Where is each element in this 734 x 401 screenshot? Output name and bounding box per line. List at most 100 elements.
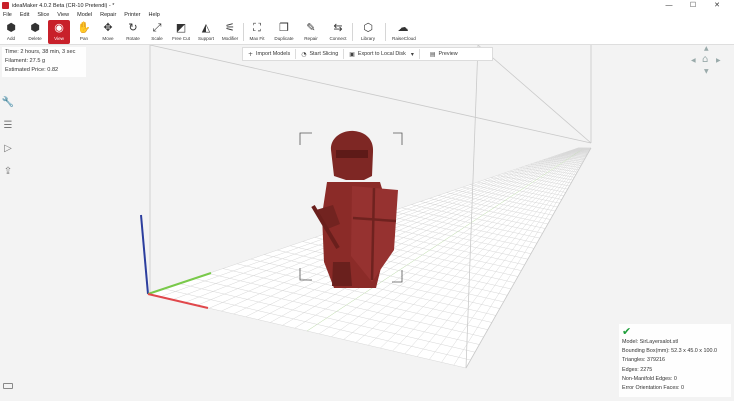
tool-view-button[interactable]: ◉ View [48, 20, 70, 44]
chevron-down-icon[interactable]: ▼ [704, 68, 709, 75]
tool-rotate-button[interactable]: ↻ Rotate [122, 20, 144, 44]
menu-file[interactable]: File [0, 12, 12, 18]
main-toolbar: ⬢ Add ⬢ Delete ◉ View ✋ Pan ✥ Move ↻ Rotate ⤢ Scale ◩ F… [0, 19, 734, 45]
toolbar-divider [243, 23, 244, 41]
tool-max-fit-button[interactable]: ⛶ Max Fit [246, 20, 268, 44]
library-icon: ⬡ [363, 21, 373, 34]
tool-label: Delete [28, 36, 42, 41]
menu-model[interactable]: Model [74, 12, 92, 18]
keyboard-icon[interactable] [3, 383, 13, 389]
non-manifold-edges: Non-Manifold Edges: 0 [622, 375, 677, 382]
tool-move-button[interactable]: ✥ Move [97, 20, 119, 44]
minimize-button[interactable]: — [658, 0, 680, 11]
wrench-icon[interactable]: 🔧 [1, 96, 15, 110]
menu-help[interactable]: Help [146, 12, 160, 18]
hand-icon: ✋ [77, 21, 91, 34]
move-icon: ✥ [103, 21, 113, 34]
print-time: Time: 2 hours, 38 min, 3 sec [5, 49, 76, 55]
menu-view[interactable]: View [54, 12, 69, 18]
tool-label: Connect [329, 36, 347, 41]
wrench-icon: ✎ [306, 21, 316, 34]
toolbar-divider [352, 23, 353, 41]
duplicate-icon: ❐ [279, 21, 289, 34]
modifier-icon: ⚟ [225, 21, 235, 34]
disk-icon: ▣ [349, 50, 355, 58]
tool-add-button[interactable]: ⬢ Add [0, 20, 22, 44]
tool-label: Duplicate [274, 36, 294, 41]
tool-connect-button[interactable]: ⇆ Connect [327, 20, 349, 44]
menu-repair[interactable]: Repair [97, 12, 116, 18]
chevron-left-icon[interactable]: ◀ [691, 57, 696, 64]
tool-label: Max Fit [249, 36, 265, 41]
menu-bar: File Edit Slice View Model Repair Printe… [0, 11, 734, 19]
tool-label: Library [360, 36, 376, 41]
toolbar-divider [385, 23, 386, 41]
app-logo-icon [2, 2, 9, 9]
bounding-box: Bounding Box(mm): 52.3 x 45.0 x 100.0 [622, 348, 717, 355]
tool-label: Scale [151, 36, 163, 41]
tool-repair-button[interactable]: ✎ Repair [300, 20, 322, 44]
tool-raisecloud-button[interactable]: ☁ RaiseCloud [392, 20, 416, 44]
connect-icon: ⇆ [333, 21, 343, 34]
export-local-disk-button[interactable]: ▣ Export to Local Disk ▾ [344, 48, 419, 60]
tool-label: Move [102, 36, 114, 41]
support-icon: ◭ [201, 21, 211, 34]
menu-edit[interactable]: Edit [17, 12, 29, 18]
list-icon[interactable]: ☰ [1, 119, 15, 133]
tool-free-cut-button[interactable]: ◩ Free Cut [170, 20, 192, 44]
chevron-down-icon[interactable]: ▾ [411, 51, 414, 58]
window-title: ideaMaker 4.0.2 Beta (CR-10 Pretendi) - … [12, 2, 115, 9]
max-fit-icon: ⛶ [253, 21, 261, 34]
add-icon: ⬢ [6, 21, 16, 34]
upload-icon[interactable]: ⇪ [1, 165, 15, 179]
slice-icon: ◔ [301, 50, 307, 58]
delete-icon: ⬢ [30, 21, 40, 34]
start-slicing-button[interactable]: ◔ Start Slicing [296, 48, 343, 60]
cloud-icon: ☁ [397, 21, 409, 34]
tool-duplicate-button[interactable]: ❐ Duplicate [273, 20, 295, 44]
check-icon: ✔ [622, 325, 632, 338]
tool-delete-button[interactable]: ⬢ Delete [24, 20, 46, 44]
home-icon[interactable]: ⌂ [702, 55, 712, 65]
tool-label: Pan [79, 36, 89, 41]
import-models-label: Import Models [256, 51, 291, 57]
import-models-button[interactable]: + Import Models [243, 48, 295, 60]
tool-scale-button[interactable]: ⤢ Scale [146, 20, 168, 44]
tool-pan-button[interactable]: ✋ Pan [73, 20, 95, 44]
title-bar: ideaMaker 4.0.2 Beta (CR-10 Pretendi) - … [0, 0, 734, 11]
scale-icon: ⤢ [152, 21, 162, 34]
start-slicing-label: Start Slicing [309, 51, 339, 57]
maximize-button[interactable]: ☐ [682, 0, 704, 11]
model-info-panel: ✔ Model: SirLayersalot.stl Bounding Box(… [619, 324, 731, 397]
cut-icon: ◩ [175, 21, 187, 34]
model-name: Model: SirLayersalot.stl [622, 339, 679, 345]
menu-printer[interactable]: Printer [121, 12, 140, 18]
eye-icon: ◉ [54, 21, 64, 34]
floating-action-bar: + Import Models ◔ Start Slicing ▣ Export… [242, 47, 493, 61]
export-local-disk-label: Export to Local Disk [357, 51, 406, 57]
tool-label: Free Cut [172, 36, 190, 41]
tool-library-button[interactable]: ⬡ Library [357, 20, 379, 44]
tool-label: Rotate [126, 36, 140, 41]
plus-icon: + [248, 50, 254, 58]
preview-button[interactable]: ▤ Preview [420, 48, 463, 60]
view-navigation: ▲ ◀ ⌂ ▶ ▼ [690, 45, 724, 77]
triangle-count: Triangles: 379216 [622, 357, 665, 364]
error-orientation-faces: Error Orientation Faces: 0 [622, 385, 685, 392]
filament-amount: Filament: 27.5 g [5, 58, 46, 64]
preview-icon: ▤ [429, 50, 436, 58]
tool-modifier-button[interactable]: ⚟ Modifier [219, 20, 241, 44]
rotate-icon: ↻ [128, 21, 138, 34]
play-icon[interactable]: ▷ [1, 142, 15, 156]
close-button[interactable]: ✕ [706, 0, 728, 11]
tool-label: RaiseCloud [392, 36, 416, 41]
tool-label: View [54, 36, 64, 41]
estimated-price: Estimated Price: 0.82 [5, 67, 59, 73]
chevron-up-icon[interactable]: ▲ [704, 45, 709, 52]
menu-slice[interactable]: Slice [34, 12, 49, 18]
tool-support-button[interactable]: ◭ Support [195, 20, 217, 44]
tool-label: Repair [304, 36, 318, 41]
chevron-right-icon[interactable]: ▶ [716, 57, 721, 64]
tool-label: Add [6, 36, 16, 41]
preview-label: Preview [438, 51, 458, 57]
